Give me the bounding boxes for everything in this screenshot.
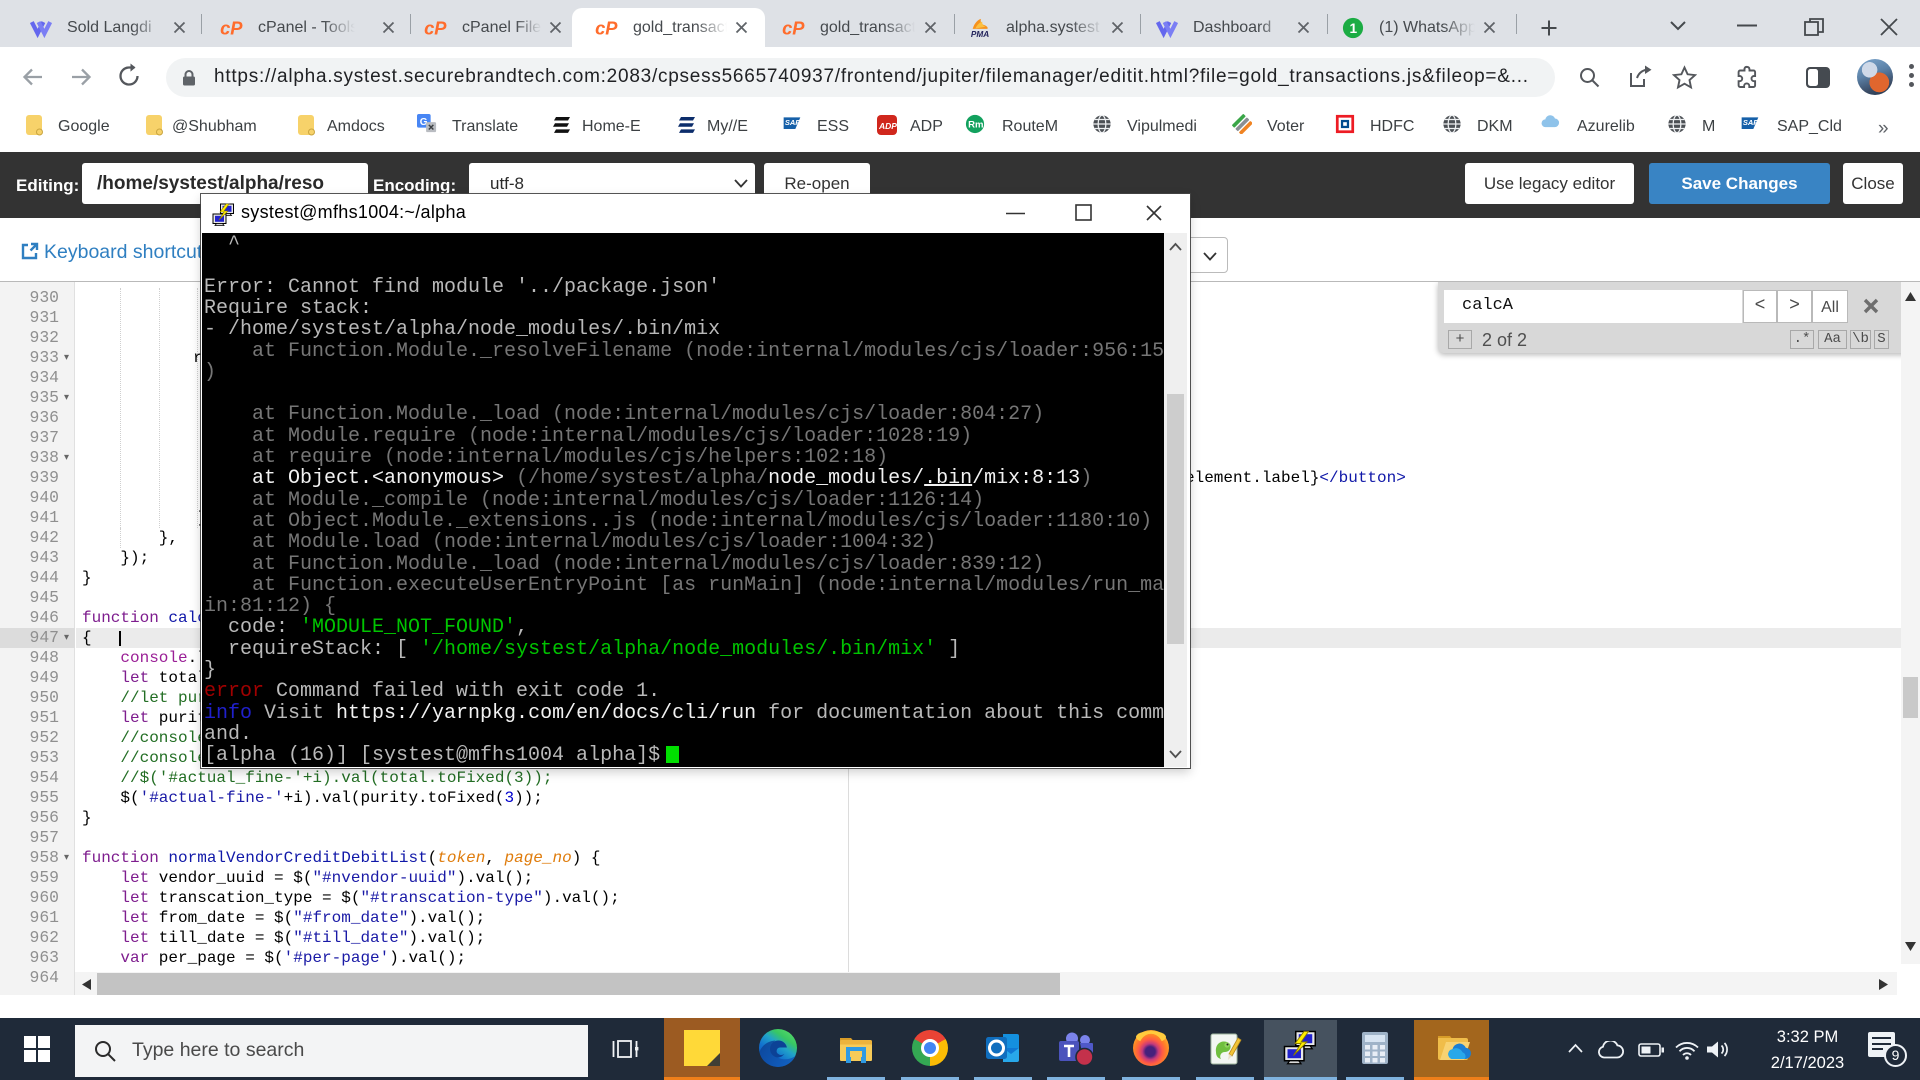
svg-text:cP: cP [595,17,618,38]
svg-text:Rm: Rm [968,120,983,131]
svg-text:PMA: PMA [971,30,989,39]
svg-text:cP: cP [220,17,243,38]
svg-text:cP: cP [424,17,447,38]
svg-text:ADP: ADP [878,121,897,131]
svg-text:1: 1 [1350,21,1358,36]
svg-text:cP: cP [782,17,805,38]
svg-text:SAP: SAP [785,118,800,127]
svg-text:SAP: SAP [1743,118,1758,127]
